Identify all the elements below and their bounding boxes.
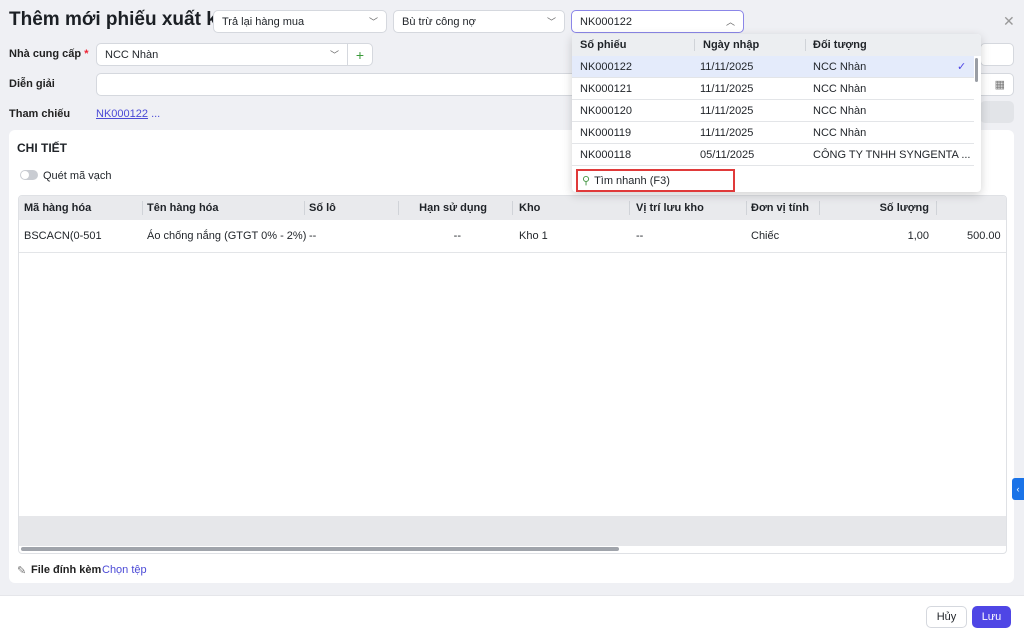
reference-dropdown: Số phiếu Ngày nhập Đối tượng NK000122 11/… bbox=[572, 34, 981, 192]
cell: 1,00 bbox=[907, 230, 929, 242]
type-select-value: Trả lại hàng mua bbox=[222, 15, 305, 28]
dropdown-col: Ngày nhập bbox=[703, 39, 760, 51]
table-row[interactable]: BSCACN(0-501 Áo chống nắng (GTGT 0% - 2%… bbox=[19, 196, 1006, 253]
dropdown-option[interactable]: NK000121 11/11/2025 NCC Nhàn bbox=[572, 78, 974, 100]
cell: BSCACN(0-501 bbox=[24, 230, 102, 242]
footer bbox=[0, 595, 1024, 641]
chevron-up-icon: ︿ bbox=[725, 17, 735, 27]
search-icon: ⚲ bbox=[582, 175, 591, 187]
dropdown-option[interactable]: NK000122 11/11/2025 NCC Nhàn ✓ bbox=[572, 56, 974, 78]
cancel-button[interactable]: Hủy bbox=[926, 606, 967, 628]
save-button[interactable]: Lưu bbox=[972, 606, 1011, 628]
chevron-down-icon: ﹀ bbox=[546, 17, 556, 27]
quick-search-placeholder: Tìm nhanh (F3) bbox=[594, 174, 670, 187]
cell: -- bbox=[453, 230, 461, 242]
cell: Áo chống nắng (GTGT 0% - 2%) bbox=[147, 230, 307, 242]
description-label: Diễn giải bbox=[9, 78, 55, 90]
dropdown-option[interactable]: NK000118 05/11/2025 CÔNG TY TNHH SYNGENTA … bbox=[572, 144, 974, 166]
barcode-toggle[interactable] bbox=[20, 170, 38, 180]
detail-table: Mã hàng hóa Tên hàng hóa Số lô Hạn sử dụ… bbox=[18, 195, 1007, 554]
check-icon: ✓ bbox=[957, 61, 967, 73]
supplier-value: NCC Nhàn bbox=[105, 48, 159, 61]
paperclip-icon: ✎ bbox=[17, 565, 27, 577]
dropdown-option[interactable]: NK000119 11/11/2025 NCC Nhàn bbox=[572, 122, 974, 144]
dropdown-option[interactable]: NK000120 11/11/2025 NCC Nhàn bbox=[572, 100, 974, 122]
cell: -- bbox=[636, 230, 644, 242]
right-bar bbox=[980, 101, 1014, 123]
add-supplier-button[interactable]: + bbox=[347, 43, 373, 66]
supplier-label: Nhà cung cấp * bbox=[9, 48, 89, 60]
supplier-select[interactable]: NCC Nhàn ﹀ bbox=[96, 43, 348, 66]
reference-link[interactable]: NK000122 bbox=[96, 108, 148, 120]
calendar-icon[interactable]: ▦ bbox=[995, 78, 1005, 91]
cell: Chiếc bbox=[751, 230, 780, 242]
cell: -- bbox=[309, 230, 317, 242]
cell: 500.00 bbox=[967, 230, 1001, 242]
type-select[interactable]: Trả lại hàng mua ﹀ bbox=[213, 10, 387, 33]
cell: Kho 1 bbox=[519, 230, 548, 242]
right-field[interactable] bbox=[980, 43, 1014, 66]
chevron-down-icon: ﹀ bbox=[368, 17, 378, 27]
horizontal-scrollbar[interactable] bbox=[21, 547, 619, 551]
table-summary-row bbox=[19, 516, 1006, 546]
close-icon[interactable]: ✕ bbox=[1003, 13, 1015, 30]
payment-select-value: Bù trừ công nợ bbox=[402, 15, 476, 28]
dropdown-col: Đối tượng bbox=[813, 39, 867, 51]
reference-more[interactable]: ... bbox=[151, 108, 160, 120]
page-title: Thêm mới phiếu xuất kho bbox=[9, 9, 240, 30]
attachment-label: File đính kèm bbox=[31, 564, 102, 576]
quick-search-input[interactable]: ⚲ Tìm nhanh (F3) bbox=[576, 169, 735, 192]
choose-file-link[interactable]: Chọn tệp bbox=[102, 564, 147, 576]
reference-label: Tham chiếu bbox=[9, 108, 71, 120]
reference-select[interactable]: NK000122 ︿ bbox=[571, 10, 744, 33]
collapse-panel-button[interactable]: ‹ bbox=[1012, 478, 1024, 500]
dropdown-col: Số phiếu bbox=[580, 39, 627, 51]
payment-select[interactable]: Bù trừ công nợ ﹀ bbox=[393, 10, 565, 33]
chevron-down-icon: ﹀ bbox=[329, 50, 339, 60]
dropdown-scrollbar[interactable] bbox=[975, 58, 978, 82]
dropdown-header: Số phiếu Ngày nhập Đối tượng bbox=[572, 34, 981, 56]
barcode-label: Quét mã vạch bbox=[43, 170, 112, 182]
section-title: CHI TIẾT bbox=[17, 141, 67, 155]
reference-select-value: NK000122 bbox=[580, 15, 632, 28]
